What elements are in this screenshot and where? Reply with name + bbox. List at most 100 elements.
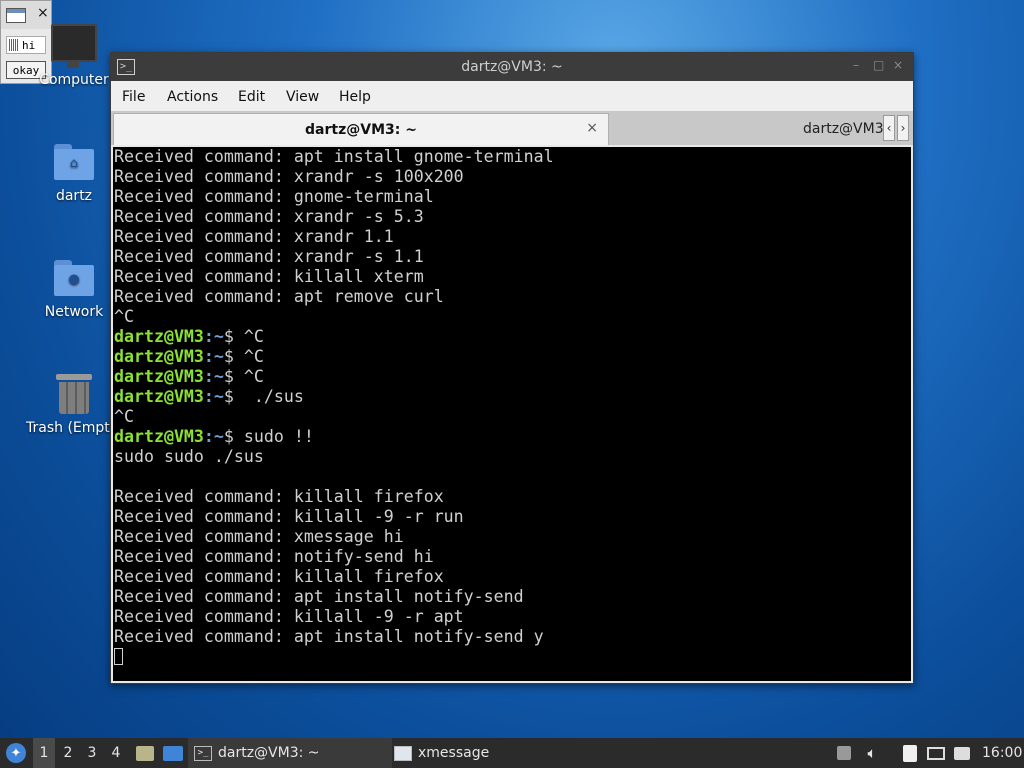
desktop-icon-computer[interactable]: Computer: [26, 24, 122, 88]
terminal-prompt-line: dartz@VM3:~$ ^C: [114, 327, 554, 347]
terminal-output-line: Received command: apt install notify-sen…: [114, 627, 544, 646]
terminal-prompt-line: dartz@VM3:~$ sudo !!: [114, 427, 554, 447]
desktop-icon-label: Network: [44, 304, 104, 320]
start-menu-button[interactable]: ✦: [4, 738, 28, 768]
desktop-icon-label: dartz: [55, 188, 93, 204]
terminal-output-line: Received command: xmessage hi: [114, 527, 404, 546]
prompt-user: dartz@VM3: [114, 427, 204, 446]
notification-icon: [954, 746, 970, 760]
desktop-icon-trash[interactable]: Trash (Empty): [26, 374, 124, 436]
prompt-user: dartz@VM3: [114, 387, 204, 406]
menu-file[interactable]: File: [122, 89, 145, 105]
desktop-icon-dartz[interactable]: ⌂ dartz: [26, 144, 122, 204]
tab-inactive[interactable]: dartz@VM3: ~: [611, 113, 883, 145]
prompt-path: :~: [203, 427, 224, 446]
tab-scroll-left-icon[interactable]: ‹: [883, 115, 895, 141]
network-icon: [927, 746, 945, 760]
menu-edit[interactable]: Edit: [238, 89, 265, 105]
close-icon[interactable]: ×: [37, 5, 49, 21]
maximize-icon[interactable]: □: [873, 58, 884, 72]
tab-active[interactable]: dartz@VM3: ~ ×: [113, 113, 609, 145]
clock[interactable]: 16:00: [982, 738, 1022, 768]
terminal-output-line: Received command: apt remove curl: [114, 287, 444, 306]
prompt-command: $ ^C: [223, 327, 264, 346]
trash-icon: [56, 374, 92, 414]
close-icon[interactable]: ×: [893, 58, 903, 72]
menu-help[interactable]: Help: [339, 89, 371, 105]
prompt-user: dartz@VM3: [114, 327, 204, 346]
volume-icon: 🔈︎: [867, 744, 877, 762]
terminal-output-line: Received command: notify-send hi: [114, 547, 434, 566]
window-titlebar[interactable]: >_ dartz@VM3: ~ – □ ×: [111, 53, 913, 81]
package-icon: [837, 746, 851, 760]
minimize-icon[interactable]: –: [853, 58, 859, 72]
terminal-output-line: Received command: xrandr 1.1: [114, 227, 394, 246]
text-cursor: [114, 648, 123, 665]
prompt-command: $ ./sus: [223, 387, 304, 406]
tab-close-icon[interactable]: ×: [586, 120, 598, 136]
tray-updates[interactable]: [832, 738, 856, 768]
task-xmessage[interactable]: xmessage: [388, 738, 590, 768]
desktop-icon: [163, 745, 183, 761]
tray-volume[interactable]: 🔈︎: [860, 738, 884, 768]
menu-actions[interactable]: Actions: [167, 89, 218, 105]
prompt-path: :~: [203, 347, 224, 366]
terminal-output-line: Received command: killall -9 -r apt: [114, 607, 464, 626]
terminal-cursor-line: [114, 647, 554, 667]
prompt-path: :~: [203, 327, 224, 346]
prompt-command: $ ^C: [223, 347, 264, 366]
lubuntu-logo-icon: ✦: [6, 743, 26, 763]
menu-view[interactable]: View: [286, 89, 319, 105]
terminal-output-line: ^C: [114, 407, 134, 426]
terminal-output-line: Received command: killall firefox: [114, 487, 444, 506]
tab-bar: dartz@VM3: ~ × dartz@VM3: ~ ‹ ›: [111, 111, 913, 145]
terminal-output-line: Received command: xrandr -s 100x200: [114, 167, 464, 186]
terminal-output-line: ^C: [114, 307, 134, 326]
terminal-output-line: Received command: apt install notify-sen…: [114, 587, 524, 606]
tray-notifications[interactable]: [950, 738, 974, 768]
prompt-command: $ sudo !!: [223, 427, 314, 446]
terminal-lines: Received command: apt install gnome-term…: [114, 147, 554, 667]
terminal-output-line: Received command: xrandr -s 5.3: [114, 207, 424, 226]
prompt-user: dartz@VM3: [114, 347, 204, 366]
window-icon: [394, 745, 412, 761]
network-folder-icon: ●: [54, 260, 94, 296]
task-terminal[interactable]: >_ dartz@VM3: ~: [188, 738, 392, 768]
tray-clipboard[interactable]: [898, 738, 922, 768]
terminal-output-line: Received command: xrandr -s 1.1: [114, 247, 424, 266]
terminal-output-line: Received command: gnome-terminal: [114, 187, 434, 206]
window-icon: [6, 8, 26, 23]
tray-network[interactable]: [924, 738, 948, 768]
task-label: dartz@VM3: ~: [218, 745, 320, 761]
workspace-3[interactable]: 3: [81, 738, 103, 768]
terminal-icon: >_: [194, 745, 212, 761]
taskbar: ✦ 1 2 3 4 >_ dartz@VM3: ~ xmessage 🔈︎ 16…: [0, 738, 1024, 768]
terminal-window: >_ dartz@VM3: ~ – □ × File Actions Edit …: [110, 52, 914, 684]
terminal-output-line: sudo sudo ./sus: [114, 447, 264, 466]
prompt-path: :~: [203, 367, 224, 386]
home-folder-icon: ⌂: [54, 144, 94, 180]
tab-label: dartz@VM3: ~: [803, 121, 883, 137]
terminal-output-line: Received command: killall firefox: [114, 567, 444, 586]
terminal-output-line: Received command: killall -9 -r run: [114, 507, 464, 526]
prompt-command: $ ^C: [223, 367, 264, 386]
terminal-output[interactable]: Received command: apt install gnome-term…: [113, 147, 911, 681]
workspace-2[interactable]: 2: [57, 738, 79, 768]
file-manager-launcher[interactable]: [133, 738, 157, 768]
workspace-4[interactable]: 4: [105, 738, 127, 768]
desktop-icon-label: Computer: [39, 72, 109, 88]
task-label: xmessage: [418, 745, 490, 761]
terminal-prompt-line: dartz@VM3:~$ ./sus: [114, 387, 554, 407]
show-desktop-button[interactable]: [161, 738, 185, 768]
folder-icon: [136, 745, 154, 761]
workspace-1[interactable]: 1: [33, 738, 55, 768]
clipboard-icon: [903, 744, 917, 762]
tab-scroll-right-icon[interactable]: ›: [897, 115, 909, 141]
desktop-icon-network[interactable]: ● Network: [26, 260, 122, 320]
prompt-user: dartz@VM3: [114, 367, 204, 386]
message-marker-icon: [9, 39, 19, 51]
tab-label: dartz@VM3: ~: [305, 122, 417, 138]
terminal-prompt-line: dartz@VM3:~$ ^C: [114, 347, 554, 367]
window-title: dartz@VM3: ~: [461, 59, 563, 75]
terminal-output-line: Received command: apt install gnome-term…: [114, 147, 554, 166]
